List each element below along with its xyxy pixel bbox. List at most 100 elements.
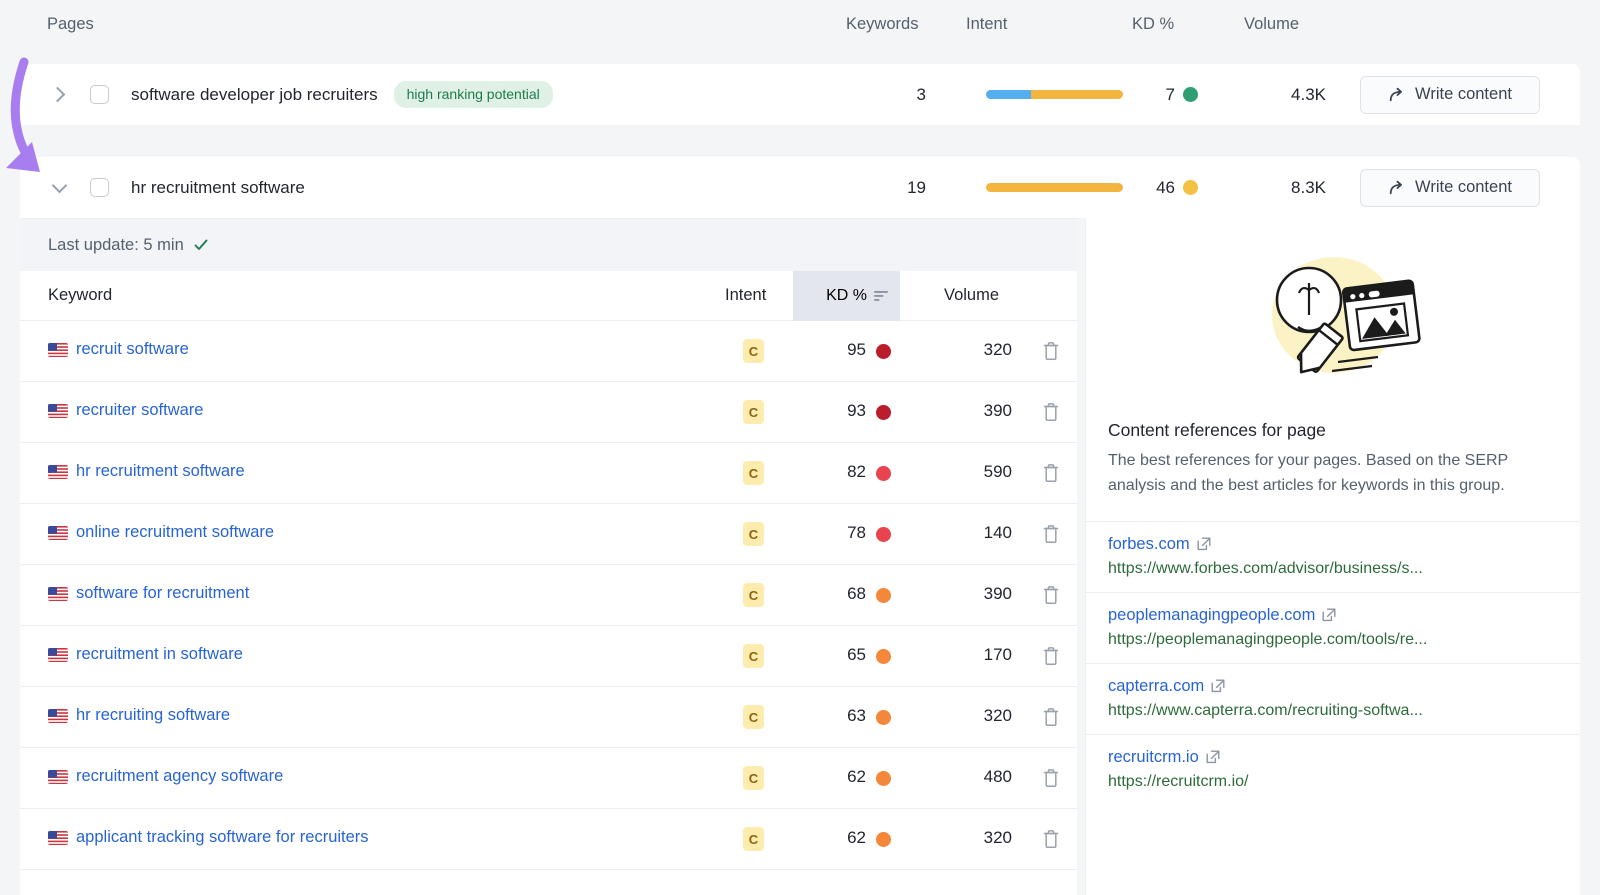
keyword-link[interactable]: recruit software: [76, 340, 189, 359]
chevron-right-icon: [49, 86, 66, 103]
column-header-kd-sorted[interactable]: KD %: [793, 271, 900, 321]
delete-keyword-icon[interactable]: [1042, 341, 1060, 361]
share-arrow-icon: [1389, 180, 1402, 194]
external-link-icon: [1206, 750, 1220, 764]
keyword-kd-value: 78: [847, 523, 866, 542]
kd-difficulty-dot: [876, 405, 891, 420]
page-kd-value: 7: [1165, 84, 1175, 104]
keyword-volume-value: 590: [983, 462, 1012, 481]
delete-keyword-icon[interactable]: [1042, 829, 1060, 849]
us-flag-icon: [48, 343, 68, 357]
reference-item[interactable]: peoplemanagingpeople.com https://peoplema…: [1086, 591, 1580, 663]
keyword-volume-value: 320: [983, 340, 1012, 359]
reference-item[interactable]: forbes.com https://www.forbes.com/advisor…: [1086, 520, 1580, 592]
keyword-row[interactable]: software for recruitment C 68 390: [20, 565, 1077, 626]
delete-keyword-icon[interactable]: [1042, 524, 1060, 544]
keyword-row[interactable]: recruiter software C 93 390: [20, 382, 1077, 443]
kd-difficulty-dot: [876, 466, 891, 481]
keyword-volume-value: 320: [983, 706, 1012, 725]
country-flag: [48, 648, 68, 662]
external-link-icon: [1322, 608, 1336, 622]
keyword-row[interactable]: hr recruiting software C 63 320: [20, 687, 1077, 748]
expand-toggle-expanded[interactable]: [46, 175, 72, 201]
reference-item[interactable]: recruitcrm.io https://recruitcrm.io/: [1086, 733, 1580, 805]
kd-difficulty-dot: [876, 344, 891, 359]
keyword-volume-value: 390: [983, 401, 1012, 420]
references-description: The best references for your pages. Base…: [1108, 452, 1508, 494]
reference-domain-link[interactable]: peoplemanagingpeople.com: [1108, 606, 1336, 625]
country-flag: [48, 770, 68, 784]
keyword-link[interactable]: recruitment in software: [76, 645, 243, 664]
column-header-pages: Pages: [47, 15, 94, 33]
row-separator: [20, 125, 1580, 157]
keyword-row[interactable]: recruitment agency software C 62 480: [20, 748, 1077, 809]
keyword-link[interactable]: online recruitment software: [76, 523, 274, 542]
reference-domain-label: peoplemanagingpeople.com: [1108, 605, 1316, 624]
keyword-row[interactable]: recruitment in software C 65 170: [20, 626, 1077, 687]
delete-keyword-icon[interactable]: [1042, 646, 1060, 666]
country-flag: [48, 343, 68, 357]
keyword-kd-value: 63: [847, 706, 866, 725]
keyword-table-header: Keyword Intent KD % Volume: [20, 271, 1077, 321]
intent-badge: C: [743, 522, 764, 546]
column-header-volume: Volume: [944, 286, 1000, 304]
keyword-link[interactable]: hr recruitment software: [76, 462, 245, 481]
keyword-row[interactable]: online recruitment software C 78 140: [20, 504, 1077, 565]
delete-keyword-icon[interactable]: [1042, 585, 1060, 605]
country-flag: [48, 709, 68, 723]
reference-item[interactable]: capterra.com https://www.capterra.com/rec…: [1086, 662, 1580, 734]
kd-difficulty-dot: [876, 527, 891, 542]
page-row-checkbox[interactable]: [90, 85, 109, 104]
write-content-button[interactable]: Write content: [1360, 75, 1540, 114]
intent-segment-commercial: [1031, 90, 1123, 99]
page-kd-value: 46: [1156, 177, 1175, 197]
page-volume-value: 8.3K: [1291, 177, 1326, 197]
reference-url: https://recruitcrm.io/: [1108, 772, 1249, 790]
keyword-kd-value: 68: [847, 584, 866, 603]
keyword-volume-value: 480: [983, 767, 1012, 786]
keyword-kd-value: 65: [847, 645, 866, 664]
keyword-row[interactable]: applicant tracking software for recruite…: [20, 809, 1077, 870]
keyword-link[interactable]: software for recruitment: [76, 584, 249, 603]
country-flag: [48, 831, 68, 845]
keyword-row[interactable]: recruit software C 95 320: [20, 321, 1077, 382]
column-header-intent: Intent: [725, 286, 767, 304]
keyword-row[interactable]: hr recruitment software C 82 590: [20, 443, 1077, 504]
keyword-link[interactable]: recruitment agency software: [76, 767, 283, 786]
delete-keyword-icon[interactable]: [1042, 463, 1060, 483]
us-flag-icon: [48, 465, 68, 479]
intent-badge: C: [743, 766, 764, 790]
delete-keyword-icon[interactable]: [1042, 768, 1060, 788]
column-header-kd-label: KD %: [826, 287, 867, 304]
reference-domain-link[interactable]: capterra.com: [1108, 677, 1225, 696]
keyword-link[interactable]: recruiter software: [76, 401, 203, 420]
country-flag: [48, 465, 68, 479]
keyword-link[interactable]: hr recruiting software: [76, 706, 230, 725]
last-update-bar: Last update: 5 min: [20, 218, 1077, 271]
keyword-link[interactable]: applicant tracking software for recruite…: [76, 828, 369, 847]
delete-keyword-icon[interactable]: [1042, 707, 1060, 727]
page-title: hr recruitment software: [131, 177, 305, 197]
page-keywords-count: 19: [907, 177, 926, 197]
keyword-kd-value: 62: [847, 767, 866, 786]
page-row[interactable]: hr recruitment software 19 46 8.3K Write…: [20, 157, 1580, 218]
page-row-checkbox[interactable]: [90, 178, 109, 197]
column-header-kd: KD %: [1132, 15, 1175, 33]
kd-difficulty-dot: [1183, 180, 1198, 195]
kd-difficulty-dot: [876, 710, 891, 725]
write-content-button[interactable]: Write content: [1360, 168, 1540, 207]
keyword-table-body: recruit software C 95 320 recruiter software…: [20, 321, 1077, 870]
keyword-kd-value: 82: [847, 462, 866, 481]
reference-domain-link[interactable]: forbes.com: [1108, 535, 1211, 554]
write-content-label: Write content: [1415, 85, 1512, 103]
kd-difficulty-dot: [876, 588, 891, 603]
page-row[interactable]: software developer job recruiters high r…: [20, 64, 1580, 125]
intent-badge: C: [743, 827, 764, 851]
intent-badge: C: [743, 705, 764, 729]
expand-toggle-collapsed[interactable]: [46, 82, 72, 108]
us-flag-icon: [48, 526, 68, 540]
reference-domain-link[interactable]: recruitcrm.io: [1108, 748, 1220, 767]
intent-segment-commercial: [986, 183, 1123, 192]
us-flag-icon: [48, 587, 68, 601]
delete-keyword-icon[interactable]: [1042, 402, 1060, 422]
